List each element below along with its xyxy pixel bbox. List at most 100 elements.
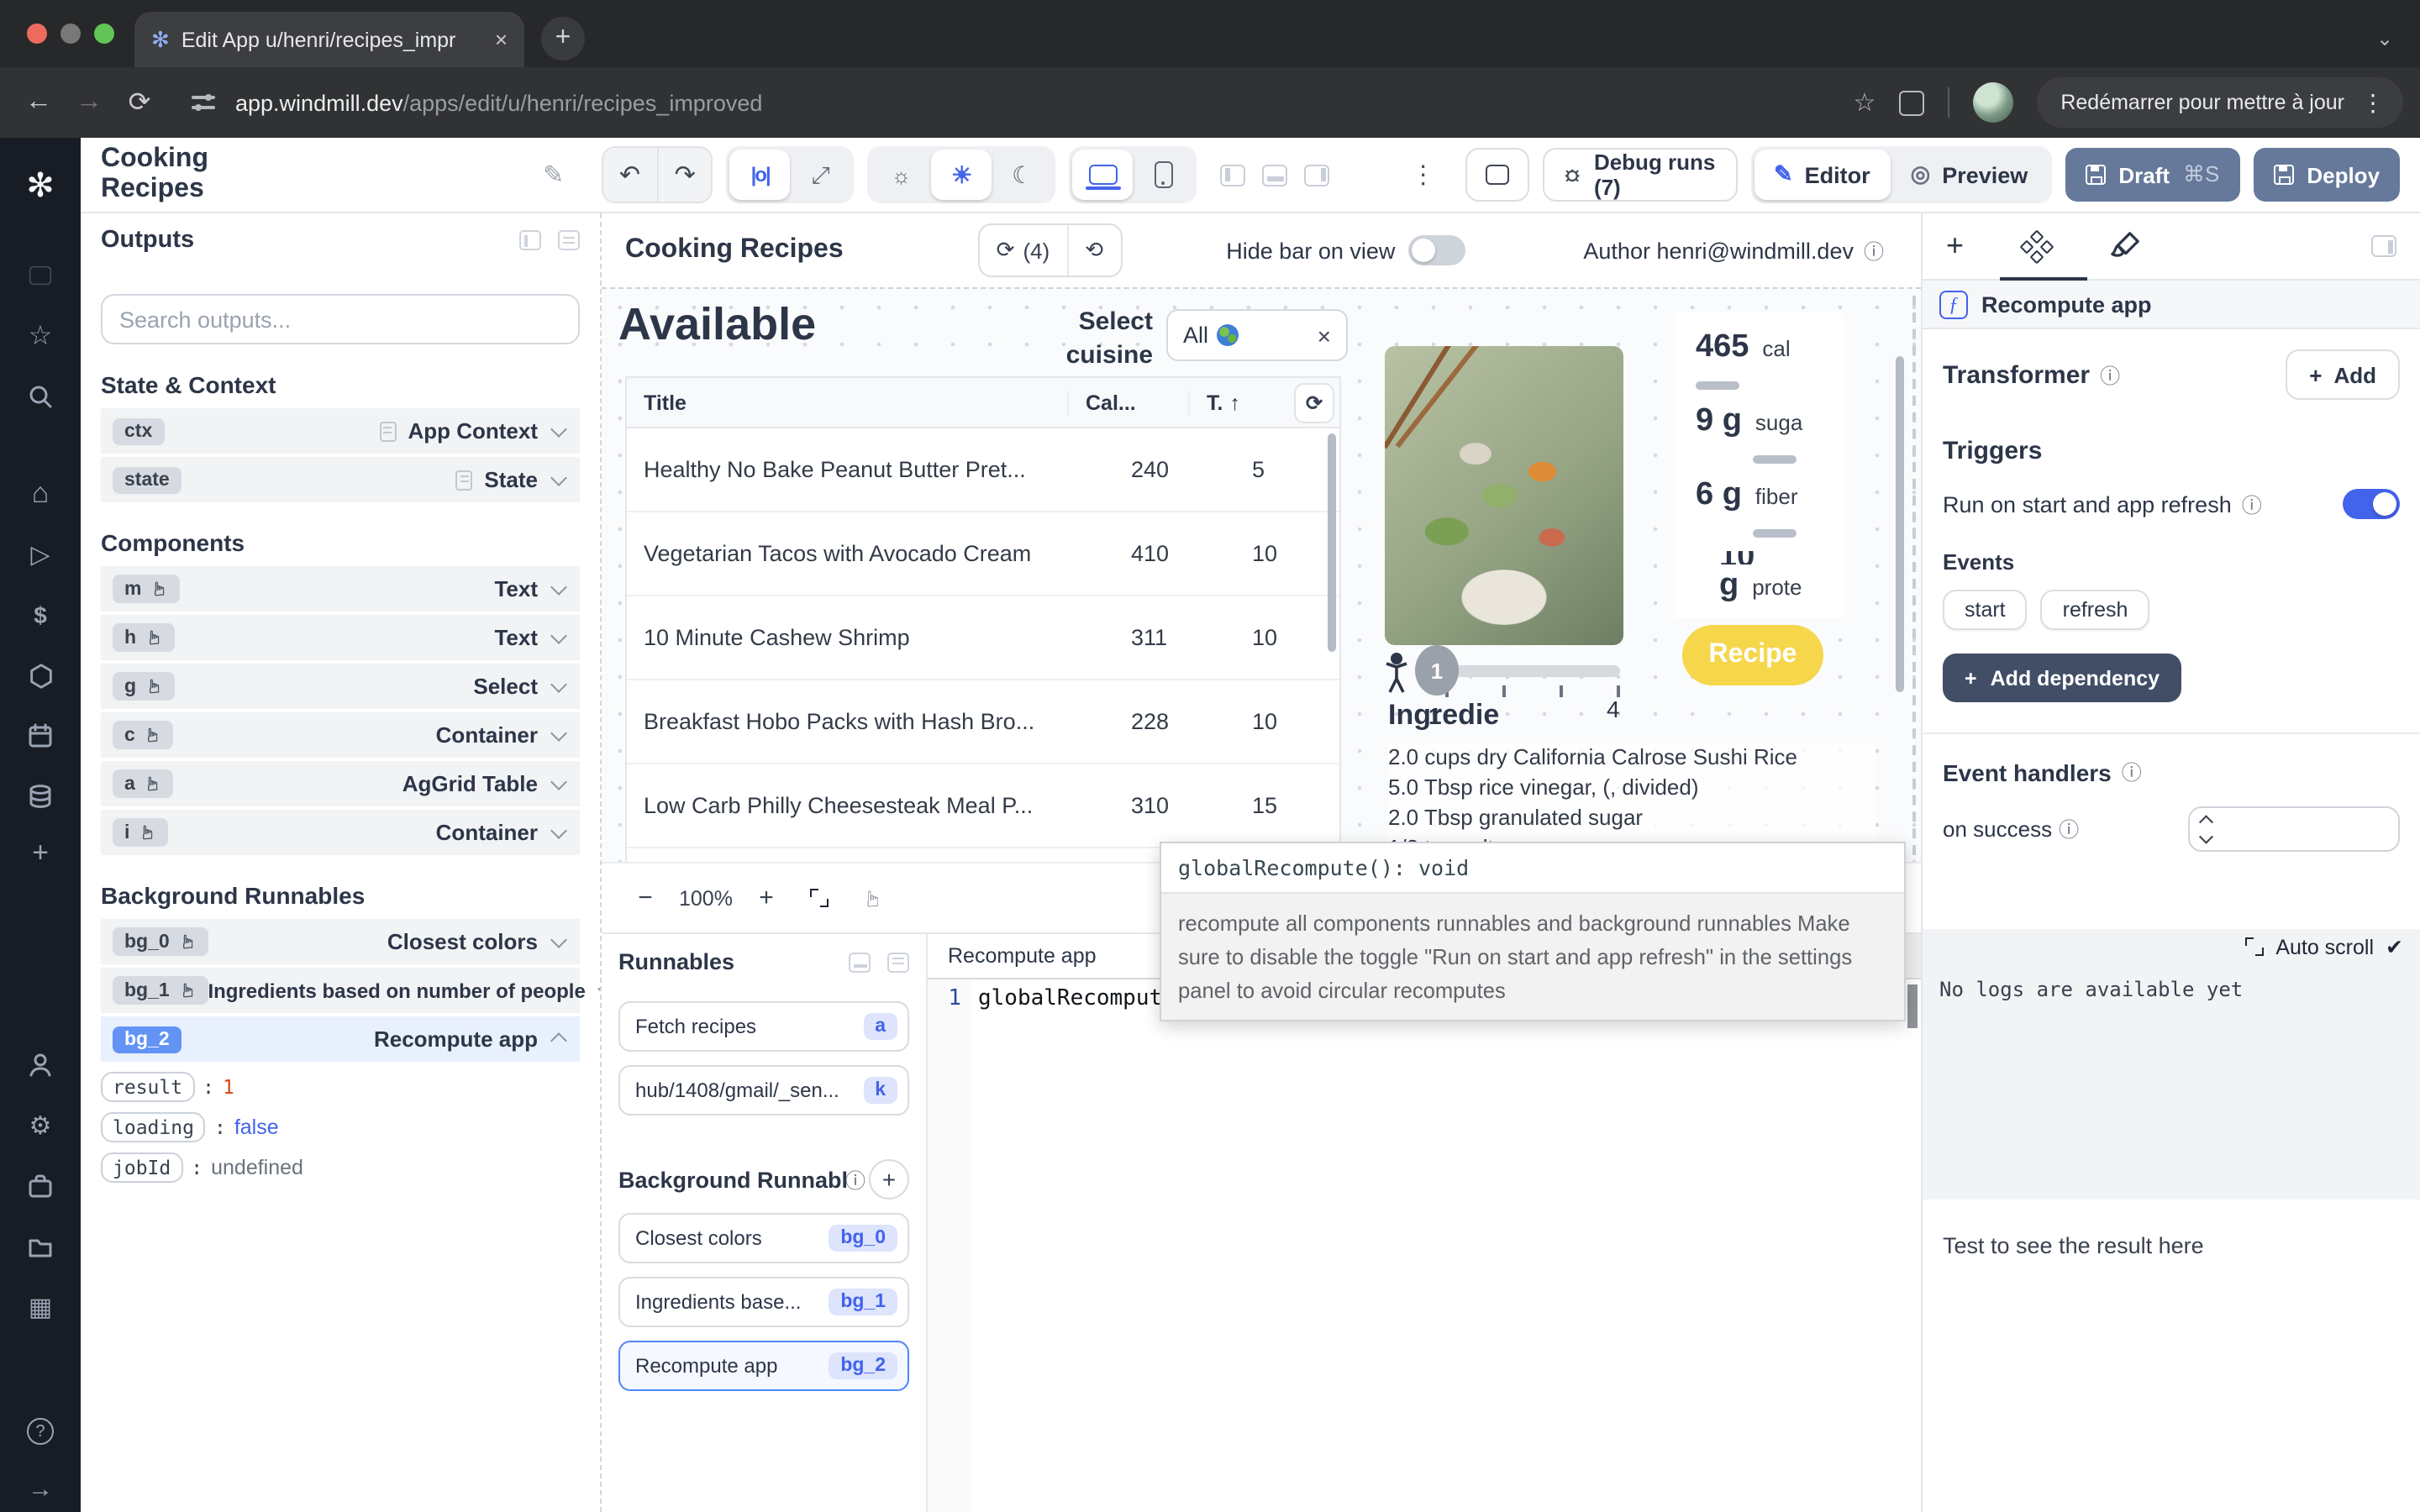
recipe-button[interactable]: Recipe [1682, 625, 1823, 685]
event-chip-refresh[interactable]: refresh [2041, 590, 2150, 630]
browser-tab[interactable]: ✻ Edit App u/henri/recipes_impr × [134, 12, 524, 67]
chevron-down-icon[interactable] [550, 676, 567, 693]
output-row-bg[interactable]: bg_0☞ Closest colors [101, 919, 580, 964]
insert-component-tab[interactable]: + [1946, 213, 1964, 279]
dark-theme-icon[interactable]: ☾ [992, 150, 1053, 200]
schedules-icon[interactable] [0, 711, 81, 761]
maximize-window-button[interactable] [94, 24, 114, 44]
edit-title-icon[interactable]: ✎ [543, 160, 564, 190]
mobile-view-icon[interactable] [1134, 150, 1194, 200]
editor-tab[interactable]: Recompute app [928, 934, 1183, 978]
output-row-component[interactable]: i☞ Container [101, 810, 580, 855]
close-window-button[interactable] [27, 24, 47, 44]
tab-search-icon[interactable]: ⌄ [2363, 17, 2407, 60]
refresh-app-button[interactable]: ⟳(4) [980, 225, 1067, 276]
favorites-star-icon[interactable]: ☆ [0, 311, 81, 361]
toggle-left-panel-icon[interactable] [1221, 164, 1246, 186]
add-dependency-button[interactable]: +Add dependency [1943, 654, 2181, 702]
address-bar[interactable]: app.windmill.dev/apps/edit/u/henri/recip… [235, 90, 762, 115]
tab-editor[interactable]: ✎Editor [1754, 150, 1891, 200]
slider-handle[interactable]: 1 [1415, 645, 1459, 696]
light-theme-icon[interactable]: ☀ [932, 150, 992, 200]
doc-icon[interactable] [887, 952, 909, 972]
sort-asc-icon[interactable]: ↑ [1229, 391, 1240, 414]
history-button[interactable]: ⟲ [1066, 225, 1120, 276]
bookmark-star-icon[interactable]: ☆ [1853, 87, 1876, 118]
folders-icon[interactable] [0, 1221, 81, 1272]
table-row[interactable]: 10 Minute Cashew Shrimp31110 [627, 596, 1339, 680]
add-bg-runnable-button[interactable]: + [869, 1159, 909, 1200]
docs-icon[interactable] [0, 250, 81, 301]
hide-bar-toggle[interactable] [1408, 235, 1465, 265]
chevron-down-icon[interactable] [550, 470, 567, 486]
bg-runnable-item[interactable]: Ingredients base...bg_1 [618, 1277, 909, 1327]
code-area[interactable]: 1 globalRecompute() [928, 979, 1921, 1512]
output-row-bg-selected[interactable]: bg_2 Recompute app [101, 1016, 580, 1062]
windmill-logo[interactable]: ✻ [26, 165, 55, 207]
output-row-component[interactable]: h☞ Text [101, 615, 580, 660]
site-settings-icon[interactable] [192, 92, 215, 113]
output-row-component[interactable]: g☞ Select [101, 664, 580, 709]
runs-icon[interactable]: ▷ [0, 529, 81, 580]
workspace-icon[interactable] [0, 1161, 81, 1211]
recipes-table[interactable]: Title Cal... T.↑ ⟳ Healthy No Bake Peanu… [625, 376, 1341, 862]
info-icon[interactable]: ⓘ [1864, 236, 1884, 265]
table-row[interactable]: Healthy No Bake Peanut Butter Pret...240… [627, 428, 1339, 512]
run-on-start-toggle[interactable] [2343, 489, 2400, 519]
info-icon[interactable]: ⓘ [845, 1165, 865, 1194]
chevron-down-icon[interactable] [550, 774, 567, 790]
reload-button[interactable]: ⟳ [114, 86, 165, 119]
search-outputs-input[interactable]: Search outputs... [101, 294, 580, 344]
table-scrollbar[interactable] [1328, 433, 1336, 652]
docs-button[interactable] [1466, 148, 1530, 202]
toggle-right-panel-icon[interactable] [1305, 164, 1330, 186]
clear-select-icon[interactable]: × [1318, 322, 1331, 349]
chrome-update-button[interactable]: Redémarrer pour mettre à jour ⋮ [2037, 77, 2403, 128]
back-button[interactable]: ← [13, 87, 64, 118]
zoom-in-button[interactable]: + [743, 874, 790, 921]
full-width-button[interactable]: ⤢ [791, 150, 851, 200]
auto-scroll-check-icon[interactable]: ✔ [2386, 934, 2403, 959]
apps-grid-icon[interactable]: ▦ [0, 1282, 81, 1332]
output-row-bg[interactable]: bg_1☞ Ingredients based on number of peo… [101, 968, 580, 1013]
bg-runnable-item-selected[interactable]: Recompute appbg_2 [618, 1341, 909, 1391]
profile-avatar[interactable] [1973, 82, 2013, 123]
table-row[interactable]: Breakfast Hobo Packs with Hash Bro...228… [627, 680, 1339, 764]
collapse-panel-icon[interactable] [849, 952, 871, 972]
select-cuisine-label[interactable]: Select cuisine [988, 306, 1153, 371]
more-options-icon[interactable]: ⋮ [1411, 160, 1436, 190]
on-success-select[interactable] [2188, 806, 2400, 852]
tab-preview[interactable]: ◎Preview [1891, 150, 2049, 200]
runnable-item[interactable]: Fetch recipesa [618, 1001, 909, 1052]
chevron-down-icon[interactable] [550, 725, 567, 742]
pan-tool-button[interactable]: ☞ [850, 874, 897, 921]
table-row[interactable]: Vegetarian Tacos with Avocado Cream41010 [627, 512, 1339, 596]
resources-icon[interactable] [0, 650, 81, 701]
table-refresh-button[interactable]: ⟳ [1294, 382, 1334, 423]
deploy-button[interactable]: Deploy [2253, 148, 2400, 202]
theme-tab[interactable] [2108, 213, 2140, 279]
app-canvas[interactable]: Available Select cuisine All × Title Cal… [602, 287, 1921, 862]
event-chip-start[interactable]: start [1943, 590, 2028, 630]
close-tab-icon[interactable]: × [495, 27, 508, 52]
fit-view-button[interactable] [797, 874, 844, 921]
canvas-scrollbar[interactable] [1896, 356, 1904, 692]
help-icon[interactable]: ? [0, 1406, 81, 1457]
desktop-view-icon[interactable] [1073, 150, 1134, 200]
user-icon[interactable] [0, 1040, 81, 1090]
collapse-panel-icon[interactable] [519, 230, 541, 250]
output-row-component[interactable]: a☞ AgGrid Table [101, 761, 580, 806]
chevron-up-icon[interactable] [550, 1032, 567, 1049]
browser-menu-icon[interactable]: ⋮ [2361, 88, 2386, 117]
output-row-component[interactable]: m☞ Text [101, 566, 580, 612]
auto-theme-icon[interactable]: ☼ [871, 150, 932, 200]
search-icon[interactable] [0, 371, 81, 422]
info-icon[interactable]: ⓘ [2242, 490, 2262, 518]
editor-scrollbar[interactable] [1907, 984, 1918, 1028]
minimize-window-button[interactable] [60, 24, 81, 44]
workers-icon[interactable] [0, 771, 81, 822]
settings-gear-icon[interactable]: ⚙ [0, 1100, 81, 1151]
chevron-down-icon[interactable] [550, 932, 567, 948]
info-icon[interactable]: ⓘ [2059, 815, 2079, 843]
expand-logs-icon[interactable] [2245, 937, 2264, 956]
